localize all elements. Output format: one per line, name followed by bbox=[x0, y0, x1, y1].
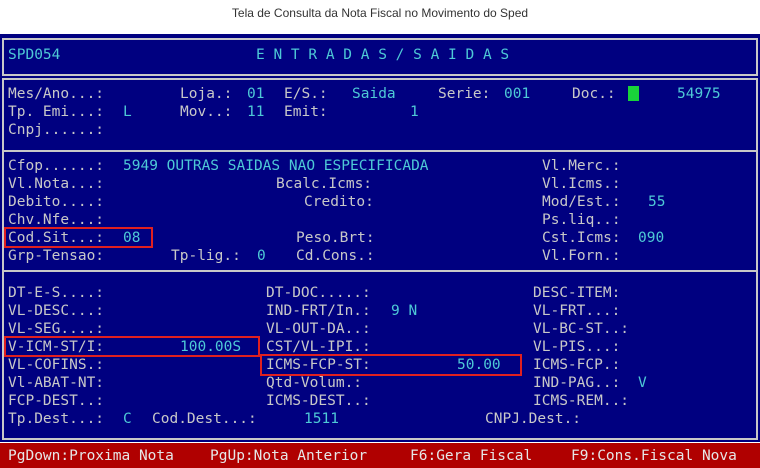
emit-value: 1 bbox=[410, 104, 419, 120]
icms-dest-label: ICMS-DEST..: bbox=[266, 393, 371, 409]
desc-item-label: DESC-ITEM: bbox=[533, 285, 621, 301]
icms-fcp-st-value: 50.00 bbox=[457, 357, 501, 373]
fcp-dest-label: FCP-DEST..: bbox=[8, 393, 105, 409]
mod-est-value: 55 bbox=[648, 194, 666, 210]
tp-lig-value: 0 bbox=[257, 248, 266, 264]
loja-value: 01 bbox=[247, 86, 265, 102]
peso-brt-label: Peso.Brt: bbox=[296, 230, 375, 246]
program-code: SPD054 bbox=[8, 47, 61, 63]
vl-abat-nt-label: Vl-ABAT-NT: bbox=[8, 375, 105, 391]
serie-label: Serie: bbox=[438, 86, 491, 102]
vl-icms-label: Vl.Icms.: bbox=[542, 176, 621, 192]
ps-liq-label: Ps.liq..: bbox=[542, 212, 621, 228]
pgup-key[interactable]: PgUp:Nota Anterior bbox=[210, 447, 367, 465]
vl-desc-label: VL-DESC...: bbox=[8, 303, 105, 319]
tp-emi-label: Tp. Emi...: bbox=[8, 104, 105, 120]
tp-lig-label: Tp-lig.: bbox=[171, 248, 241, 264]
loja-label: Loja.: bbox=[180, 86, 233, 102]
icms-rem-label: ICMS-REM..: bbox=[533, 393, 630, 409]
v-icm-st-label: V-ICM-ST/I: bbox=[8, 339, 105, 355]
tp-dest-label: Tp.Dest...: bbox=[8, 411, 105, 427]
icms-fcp-label: ICMS-FCP.: bbox=[533, 357, 621, 373]
section-divider-1 bbox=[2, 150, 758, 152]
cst-icms-label: Cst.Icms: bbox=[542, 230, 621, 246]
mes-ano-label: Mes/Ano...: bbox=[8, 86, 105, 102]
cfop-value: 5949 OUTRAS SAIDAS NAO ESPECIFICADA bbox=[123, 158, 429, 174]
ind-frt-value: 9 N bbox=[391, 303, 418, 319]
f6-key[interactable]: F6:Gera Fiscal bbox=[410, 447, 532, 465]
cst-icms-value: 090 bbox=[638, 230, 665, 246]
vl-pis-label: VL-PIS...: bbox=[533, 339, 621, 355]
cnpj-dest-label: CNPJ.Dest.: bbox=[485, 411, 582, 427]
ind-pag-label: IND-PAG..: bbox=[533, 375, 621, 391]
mod-est-label: Mod/Est.: bbox=[542, 194, 621, 210]
caption: Tela de Consulta da Nota Fiscal no Movim… bbox=[231, 6, 529, 20]
vl-frt-label: VL-FRT...: bbox=[533, 303, 621, 319]
doc-label: Doc.: bbox=[572, 86, 616, 102]
es-value: Saida bbox=[352, 86, 396, 102]
doc-value[interactable]: 54975 bbox=[677, 85, 721, 103]
tp-emi-value: L bbox=[123, 104, 132, 120]
grp-tensao-label: Grp-Tensao: bbox=[8, 248, 105, 264]
mov-label: Mov..: bbox=[180, 104, 233, 120]
qtd-volum-label: Qtd-Volum.: bbox=[266, 375, 363, 391]
vl-out-da-label: VL-OUT-DA..: bbox=[266, 321, 371, 337]
dt-e-s-label: DT-E-S....: bbox=[8, 285, 105, 301]
ind-pag-value: V bbox=[638, 375, 647, 391]
cd-cons-label: Cd.Cons.: bbox=[296, 248, 375, 264]
cod-dest-value: 1511 bbox=[304, 411, 339, 427]
screen-title: E N T R A D A S / S A I D A S bbox=[256, 47, 510, 63]
pgdown-key[interactable]: PgDown:Proxima Nota bbox=[8, 447, 174, 465]
cnpj-label: Cnpj......: bbox=[8, 122, 105, 138]
cod-sit-label: Cod.Sit...: bbox=[8, 230, 105, 246]
function-key-bar: PgDown:Proxima Nota PgUp:Nota Anterior F… bbox=[0, 443, 760, 468]
f9-key[interactable]: F9:Cons.Fiscal Nova bbox=[571, 447, 737, 465]
tp-dest-value: C bbox=[123, 411, 132, 427]
emit-label: Emit: bbox=[284, 104, 328, 120]
dt-doc-label: DT-DOC.....: bbox=[266, 285, 371, 301]
credito-label: Credito: bbox=[304, 194, 374, 210]
vl-merc-label: Vl.Merc.: bbox=[542, 158, 621, 174]
serie-value: 001 bbox=[504, 86, 531, 102]
v-icm-st-value: 100.00S bbox=[180, 339, 242, 355]
icms-fcp-st-label: ICMS-FCP-ST: bbox=[266, 357, 371, 373]
section-divider-2 bbox=[2, 270, 758, 272]
debito-label: Debito....: bbox=[8, 194, 105, 210]
cod-sit-value: 08 bbox=[123, 230, 141, 246]
vl-forn-label: Vl.Forn.: bbox=[542, 248, 621, 264]
cfop-label: Cfop......: bbox=[8, 158, 105, 174]
vl-nota-label: Vl.Nota...: bbox=[8, 176, 105, 192]
es-label: E/S.: bbox=[284, 86, 328, 102]
vl-bc-st-label: VL-BC-ST..: bbox=[533, 321, 630, 337]
input-cursor[interactable] bbox=[628, 86, 639, 101]
terminal-screen: SPD054 E N T R A D A S / S A I D A S Mes… bbox=[0, 34, 760, 442]
vl-cofins-label: VL-COFINS.: bbox=[8, 357, 105, 373]
bcalc-icms-label: Bcalc.Icms: bbox=[276, 176, 373, 192]
ind-frt-label: IND-FRT/In.: bbox=[266, 303, 371, 319]
cod-dest-label: Cod.Dest...: bbox=[152, 411, 257, 427]
mov-value: 11 bbox=[247, 104, 265, 120]
